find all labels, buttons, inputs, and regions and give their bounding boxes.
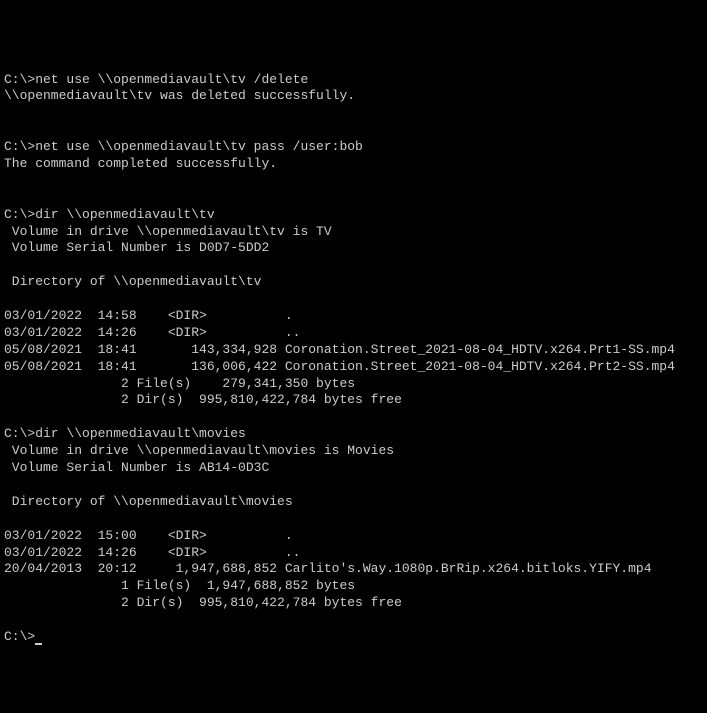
cursor[interactable] xyxy=(35,643,42,645)
prompt: C:\> xyxy=(4,629,35,644)
terminal-output: C:\>net use \\openmediavault\tv /delete … xyxy=(4,72,703,629)
